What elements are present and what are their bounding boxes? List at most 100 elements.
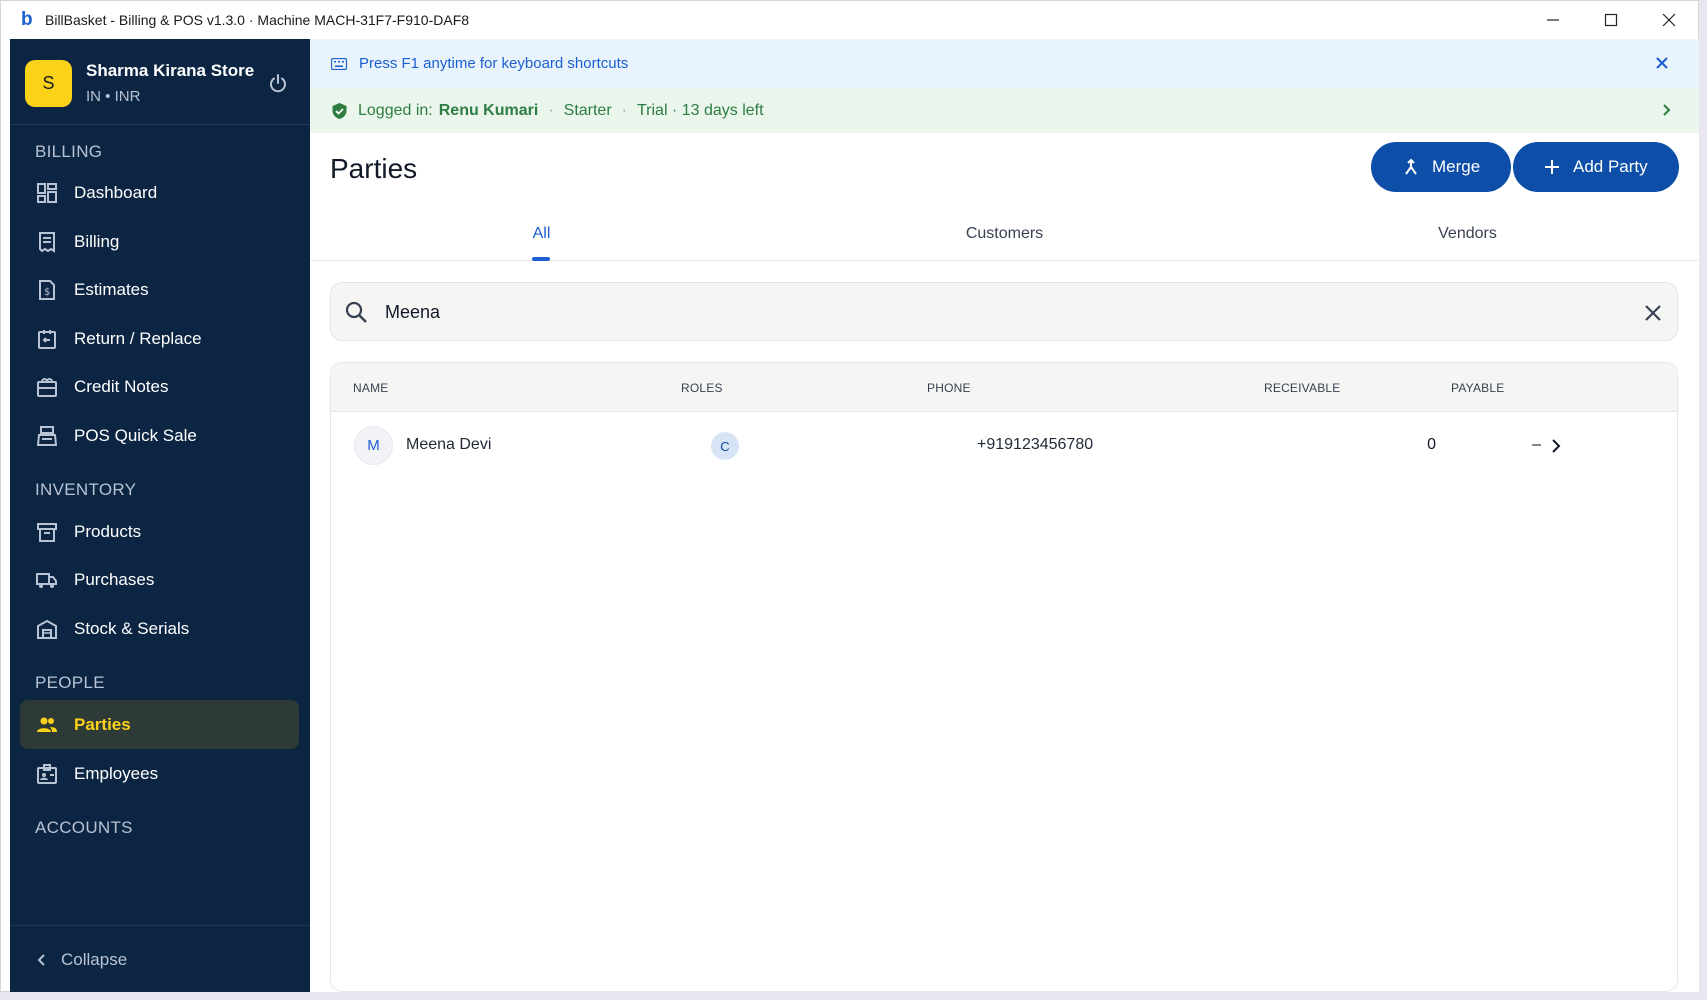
tab-vendors[interactable]: Vendors bbox=[1236, 207, 1699, 261]
avatar: M bbox=[354, 426, 393, 465]
shield-check-icon bbox=[332, 102, 347, 119]
search-input[interactable] bbox=[385, 297, 1585, 327]
party-payable: – bbox=[1532, 436, 1541, 453]
estimate-icon: $ bbox=[39, 279, 55, 300]
sidebar-item-products[interactable]: Products bbox=[20, 507, 299, 556]
sidebar-item-parties[interactable]: Parties bbox=[20, 700, 299, 749]
table-row[interactable]: M Meena Devi C +919123456780 0 – bbox=[331, 412, 1677, 480]
login-banner[interactable]: Logged in: Renu Kumari · Starter · Trial… bbox=[310, 88, 1699, 133]
keyboard-icon bbox=[331, 57, 347, 70]
sidebar-item-label: Employees bbox=[74, 763, 159, 783]
search-icon bbox=[345, 301, 367, 323]
title-bar: b BillBasket - Billing & POS v1.3.0 · Ma… bbox=[1, 1, 1698, 39]
dashboard-icon bbox=[37, 182, 57, 203]
add-party-button[interactable]: Add Party bbox=[1513, 142, 1679, 192]
close-window-button[interactable] bbox=[1640, 1, 1698, 39]
search-bar bbox=[330, 282, 1678, 341]
sidebar-item-stock-serials[interactable]: Stock & Serials bbox=[20, 604, 299, 653]
credit-note-icon bbox=[37, 377, 57, 397]
sidebar-item-estimates[interactable]: $ Estimates bbox=[20, 265, 299, 314]
minimize-button[interactable] bbox=[1524, 1, 1582, 39]
column-header-phone: PHONE bbox=[927, 381, 971, 395]
chevron-left-icon bbox=[37, 953, 45, 966]
column-header-receivable: RECEIVABLE bbox=[1264, 381, 1341, 395]
sidebar-item-label: Dashboard bbox=[74, 182, 158, 202]
column-header-name: NAME bbox=[353, 381, 389, 395]
app-logo-icon: b bbox=[21, 9, 33, 30]
trial-status: Trial · 13 days left bbox=[636, 101, 764, 119]
sidebar-item-label: Credit Notes bbox=[74, 376, 169, 396]
sidebar-item-label: Return / Replace bbox=[74, 328, 202, 348]
section-label-people: PEOPLE bbox=[35, 673, 105, 692]
sidebar-footer: Collapse bbox=[10, 925, 310, 992]
sidebar-item-label: Products bbox=[74, 521, 142, 541]
sidebar-item-label: Stock & Serials bbox=[74, 618, 190, 638]
sidebar-item-label: Estimates bbox=[74, 279, 149, 299]
column-header-payable: PAYABLE bbox=[1451, 381, 1505, 395]
pos-icon bbox=[36, 425, 58, 446]
separator-dot: · bbox=[621, 101, 627, 119]
sidebar-item-dashboard[interactable]: Dashboard bbox=[20, 168, 299, 217]
box-icon bbox=[37, 522, 57, 542]
party-name: Meena Devi bbox=[406, 436, 492, 453]
window-title: BillBasket - Billing & POS v1.3.0 · Mach… bbox=[45, 12, 470, 28]
sidebar-item-billing[interactable]: Billing bbox=[20, 217, 299, 266]
tab-customers[interactable]: Customers bbox=[773, 207, 1236, 261]
svg-text:$: $ bbox=[44, 287, 50, 298]
shortcuts-banner: Press F1 anytime for keyboard shortcuts bbox=[310, 39, 1699, 88]
sidebar-item-return-replace[interactable]: Return / Replace bbox=[20, 314, 299, 363]
section-label-inventory: INVENTORY bbox=[35, 480, 137, 499]
shortcuts-banner-text: Press F1 anytime for keyboard shortcuts bbox=[359, 55, 629, 72]
clear-search-icon[interactable] bbox=[1642, 302, 1664, 324]
party-receivable: 0 bbox=[1427, 436, 1436, 453]
section-label-billing: BILLING bbox=[35, 142, 103, 161]
section-label-accounts: ACCOUNTS bbox=[35, 818, 133, 837]
main-content: Press F1 anytime for keyboard shortcuts … bbox=[310, 39, 1699, 992]
sidebar-item-pos-quick-sale[interactable]: POS Quick Sale bbox=[20, 411, 299, 460]
login-label: Logged in: bbox=[358, 101, 433, 119]
return-icon bbox=[38, 329, 56, 349]
app-window: b BillBasket - Billing & POS v1.3.0 · Ma… bbox=[0, 0, 1699, 992]
store-name: Sharma Kirana Store bbox=[86, 61, 255, 80]
minimize-icon bbox=[1547, 19, 1559, 21]
login-user: Renu Kumari bbox=[438, 101, 539, 119]
column-header-roles: ROLES bbox=[681, 381, 723, 395]
role-badge: C bbox=[711, 432, 739, 460]
chevron-right-icon[interactable] bbox=[1547, 437, 1565, 455]
sidebar-item-label: Billing bbox=[74, 231, 120, 251]
warehouse-icon bbox=[37, 619, 57, 639]
sidebar-item-employees[interactable]: Employees bbox=[20, 749, 299, 798]
collapse-label: Collapse bbox=[61, 949, 128, 969]
maximize-icon bbox=[1604, 13, 1618, 27]
tab-all[interactable]: All bbox=[310, 207, 773, 261]
parties-table: NAME ROLES PHONE RECEIVABLE PAYABLE M Me… bbox=[330, 362, 1678, 992]
add-party-button-label: Add Party bbox=[1573, 157, 1648, 176]
store-card: S Sharma Kirana Store IN • INR bbox=[10, 39, 310, 125]
separator-dot: · bbox=[548, 101, 554, 119]
close-icon[interactable] bbox=[1653, 54, 1671, 72]
merge-button[interactable]: Merge bbox=[1371, 142, 1511, 192]
receipt-icon bbox=[39, 231, 55, 253]
sidebar-item-purchases[interactable]: Purchases bbox=[20, 555, 299, 604]
store-region-currency: IN • INR bbox=[86, 88, 141, 105]
sidebar-item-label: POS Quick Sale bbox=[74, 425, 197, 445]
truck-icon bbox=[36, 572, 57, 588]
store-avatar: S bbox=[25, 60, 72, 107]
table-header: NAME ROLES PHONE RECEIVABLE PAYABLE bbox=[331, 363, 1677, 412]
chevron-right-icon bbox=[1663, 104, 1671, 116]
maximize-button[interactable] bbox=[1582, 1, 1640, 39]
sidebar-item-label: Purchases bbox=[74, 569, 155, 589]
party-tabs: All Customers Vendors bbox=[310, 207, 1699, 261]
sidebar-item-credit-notes[interactable]: Credit Notes bbox=[20, 362, 299, 411]
badge-icon bbox=[37, 763, 57, 784]
power-icon[interactable] bbox=[268, 73, 288, 93]
page-title: Parties bbox=[330, 153, 418, 184]
plan-name: Starter bbox=[563, 101, 612, 119]
merge-icon bbox=[1405, 158, 1417, 175]
party-phone: +919123456780 bbox=[977, 436, 1094, 453]
people-icon bbox=[37, 717, 57, 732]
collapse-button[interactable]: Collapse bbox=[35, 926, 127, 993]
sidebar-item-label: Parties bbox=[74, 714, 131, 734]
merge-button-label: Merge bbox=[1432, 157, 1481, 176]
active-tab-indicator bbox=[532, 257, 550, 261]
